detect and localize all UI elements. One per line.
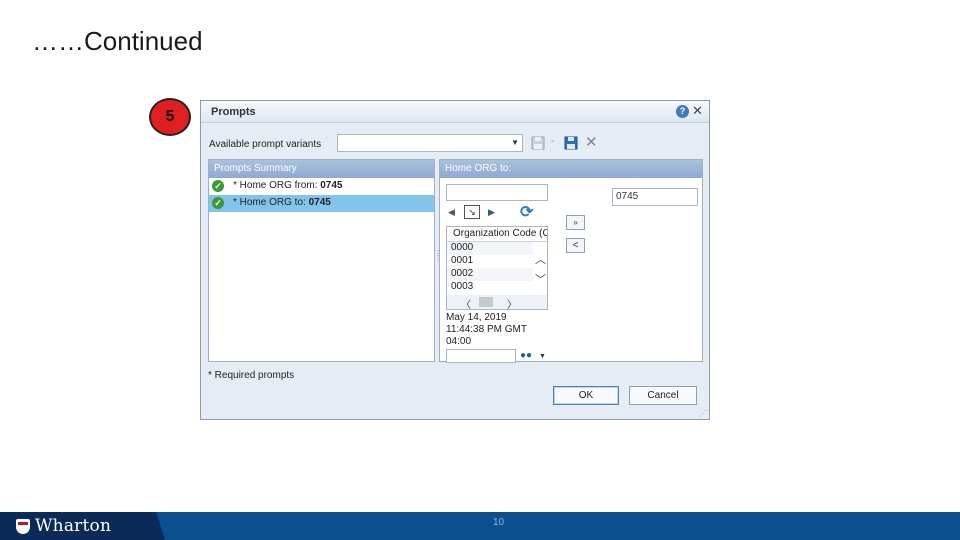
- page-number: 10: [493, 517, 505, 528]
- remove-value-button[interactable]: <: [566, 238, 585, 253]
- list-items: 0000 0001 0002 0003: [447, 242, 547, 294]
- list-column-header[interactable]: Organization Code (C: [447, 227, 547, 242]
- slide-title: ……Continued: [32, 26, 203, 56]
- summary-item-label: * Home ORG to:: [233, 197, 309, 208]
- cancel-button[interactable]: Cancel: [629, 386, 697, 405]
- horizontal-scrollbar[interactable]: 〈 〉: [447, 295, 547, 309]
- scroll-left-icon[interactable]: 〈: [461, 296, 471, 309]
- chevron-left-icon[interactable]: ◀: [448, 207, 455, 218]
- summary-item-home-org-to[interactable]: ✓ * Home ORG to: 0745: [209, 195, 434, 212]
- logo-text: Wharton: [35, 516, 112, 536]
- scrollbar-thumb[interactable]: [479, 297, 493, 307]
- scroll-up-icon[interactable]: ︿: [535, 251, 546, 267]
- list-item[interactable]: 0000: [447, 242, 533, 255]
- refresh-timestamp: May 14, 2019 11:44:38 PM GMT 04:00: [446, 312, 527, 347]
- variants-label: Available prompt variants: [209, 139, 322, 150]
- footer-bar: Wharton 10: [0, 512, 960, 540]
- summary-item-label: * Home ORG from:: [233, 180, 321, 191]
- shield-icon: [16, 519, 30, 534]
- list-item[interactable]: 0001: [447, 255, 533, 268]
- scroll-right-icon[interactable]: 〉: [507, 296, 517, 309]
- binoculars-icon[interactable]: ●●: [520, 350, 532, 361]
- variants-dropdown[interactable]: ▼: [337, 134, 523, 152]
- right-panel-header: Home ORG to:: [440, 160, 702, 178]
- step-badge: 5: [149, 98, 191, 136]
- scroll-down-icon[interactable]: ﹀: [535, 271, 546, 287]
- add-value-button[interactable]: »: [566, 215, 585, 230]
- organization-code-list: Organization Code (C 0000 0001 0002 0003…: [446, 226, 548, 310]
- panel-splitter-handle[interactable]: ⋮ ⋮: [434, 250, 442, 263]
- save-icon[interactable]: [531, 136, 545, 150]
- resize-grip-icon[interactable]: ⋰: [699, 409, 707, 418]
- wharton-logo: Wharton: [0, 512, 165, 540]
- chevron-right-icon[interactable]: ▶: [488, 207, 495, 218]
- save-as-icon[interactable]: [564, 136, 578, 150]
- check-circle-icon: ✓: [212, 197, 224, 209]
- prompts-dialog: Prompts ? ✕ Available prompt variants ▼ …: [200, 100, 710, 420]
- check-circle-icon: ✓: [212, 180, 224, 192]
- list-mode-icon[interactable]: ↘: [464, 205, 480, 219]
- filter-input[interactable]: [446, 349, 516, 363]
- summary-item-value: 0745: [320, 180, 343, 191]
- dialog-header: Prompts ? ✕: [201, 101, 709, 123]
- close-icon[interactable]: ✕: [691, 104, 704, 118]
- prompts-summary-panel: Prompts Summary ✓ * Home ORG from: 0745 …: [208, 159, 435, 362]
- list-item[interactable]: 0002: [447, 268, 533, 281]
- chevron-down-icon[interactable]: ▼: [539, 353, 546, 360]
- help-icon[interactable]: ?: [676, 105, 689, 118]
- summary-item-value: 0745: [308, 197, 331, 208]
- summary-item-home-org-from[interactable]: ✓ * Home ORG from: 0745: [209, 178, 434, 195]
- toolbar-separator: -: [551, 136, 555, 147]
- home-org-to-panel: Home ORG to: 0745 ◀ ↘ ▶ ⟳ » < Organizati…: [439, 159, 703, 363]
- summary-header: Prompts Summary: [209, 160, 434, 178]
- search-input[interactable]: [446, 184, 548, 201]
- delete-icon[interactable]: ✕: [585, 133, 598, 151]
- ok-button[interactable]: OK: [553, 386, 619, 405]
- chevron-down-icon[interactable]: ▼: [511, 138, 519, 147]
- selected-value-field[interactable]: 0745: [612, 188, 698, 206]
- refresh-icon[interactable]: ⟳: [520, 202, 533, 222]
- dialog-title: Prompts: [211, 106, 256, 118]
- list-item[interactable]: 0003: [447, 281, 533, 294]
- required-prompts-note: * Required prompts: [208, 370, 295, 381]
